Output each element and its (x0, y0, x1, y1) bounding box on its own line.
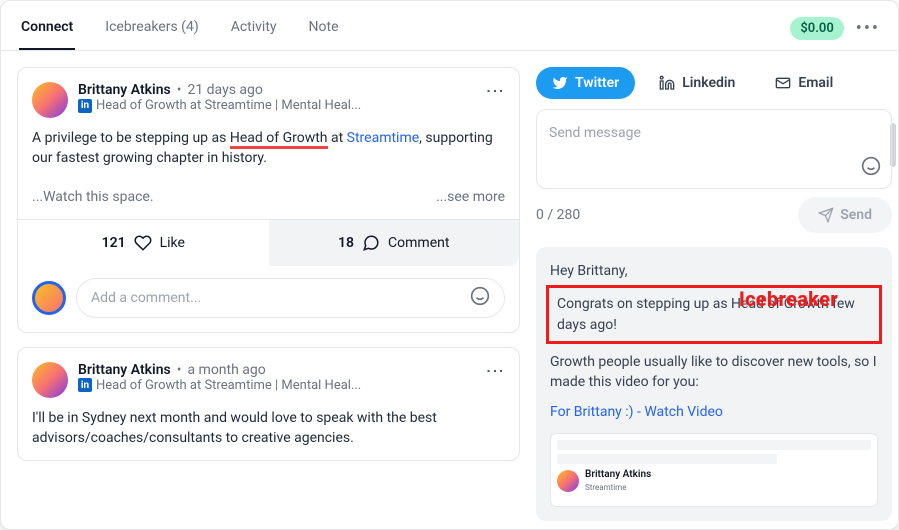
top-tabs: Connect Icebreakers (4) Activity Note $0… (1, 17, 898, 51)
send-icon (818, 207, 834, 223)
twitter-icon (552, 75, 568, 91)
comment-icon (362, 234, 380, 252)
preview-avatar (557, 470, 579, 492)
linkedin-badge-icon: in (78, 378, 92, 392)
channel-label: Twitter (575, 75, 619, 91)
post-menu-icon[interactable]: ⋮ (484, 82, 505, 101)
post-text: ...Watch this space. (32, 187, 154, 207)
channel-twitter[interactable]: Twitter (536, 67, 635, 99)
tab-connect[interactable]: Connect (19, 19, 75, 49)
company-link[interactable]: Streamtime (347, 130, 420, 146)
send-label: Send (840, 207, 872, 223)
emoji-icon[interactable] (470, 286, 490, 310)
video-preview[interactable]: Brittany Atkins Streamtime (550, 433, 878, 507)
post-card: Brittany Atkins • 21 days ago in Head of… (17, 67, 520, 333)
comment-button[interactable]: 18 Comment (269, 220, 520, 266)
tab-icebreakers[interactable]: Icebreakers (4) (103, 19, 200, 49)
comment-placeholder: Add a comment... (91, 290, 201, 306)
author-name[interactable]: Brittany Atkins (78, 82, 171, 98)
emoji-icon[interactable] (861, 156, 881, 180)
tab-note[interactable]: Note (307, 19, 341, 49)
author-role: Head of Growth at Streamtime | Mental He… (96, 98, 361, 113)
author-name[interactable]: Brittany Atkins (78, 362, 171, 378)
avatar (32, 362, 68, 398)
more-menu-icon[interactable]: ••• (856, 18, 880, 39)
post-text: A privilege to be stepping up as (32, 130, 230, 146)
comment-label: Comment (388, 235, 449, 251)
video-link[interactable]: For Brittany :) - Watch Video (550, 404, 723, 420)
like-button[interactable]: 121 Like (18, 220, 269, 266)
see-more-link[interactable]: ...see more (436, 187, 505, 207)
channel-label: Linkedin (682, 75, 735, 91)
avatar (32, 82, 68, 118)
like-count: 121 (102, 235, 126, 251)
current-user-avatar (32, 281, 66, 315)
post-card: Brittany Atkins • a month ago in Head of… (17, 347, 520, 462)
feed-column: Brittany Atkins • 21 days ago in Head of… (1, 51, 528, 529)
post-time: a month ago (187, 362, 265, 378)
compose-placeholder: Send message (549, 125, 641, 141)
linkedin-icon (659, 75, 675, 91)
linkedin-badge-icon: in (78, 99, 92, 113)
channel-email[interactable]: Email (759, 67, 849, 99)
comment-input[interactable]: Add a comment... (76, 278, 505, 318)
msg-greeting: Hey Brittany, (550, 261, 878, 281)
post-body: A privilege to be stepping up as Head of… (18, 128, 519, 219)
highlighted-role: Head of Growth (230, 130, 328, 149)
preview-sub: Streamtime (585, 482, 651, 494)
channel-label: Email (798, 75, 833, 91)
channel-linkedin[interactable]: Linkedin (643, 67, 751, 99)
author-role: Head of Growth at Streamtime | Mental He… (96, 378, 361, 393)
compose-column: Twitter Linkedin Email Send message 0 (528, 51, 898, 529)
post-time: 21 days ago (187, 82, 262, 98)
comment-count: 18 (338, 235, 354, 251)
email-icon (775, 75, 791, 91)
msg-body: Growth people usually like to discover n… (550, 352, 878, 393)
heart-icon (134, 234, 152, 252)
post-text: I'll be in Sydney next month and would l… (32, 410, 437, 446)
preview-name: Brittany Atkins (585, 468, 651, 483)
tab-activity[interactable]: Activity (229, 19, 279, 49)
message-preview-panel: Hey Brittany, Congrats on stepping up as… (536, 247, 892, 521)
send-button[interactable]: Send (798, 197, 892, 233)
post-text: at (328, 130, 347, 146)
post-menu-icon[interactable]: ⋮ (484, 362, 505, 381)
compose-box[interactable]: Send message (536, 109, 892, 189)
like-label: Like (160, 235, 185, 251)
post-body: I'll be in Sydney next month and would l… (18, 408, 519, 461)
char-counter: 0 / 280 (536, 207, 580, 223)
balance-badge: $0.00 (790, 17, 843, 40)
icebreaker-annotation: Icebreaker (739, 287, 838, 311)
